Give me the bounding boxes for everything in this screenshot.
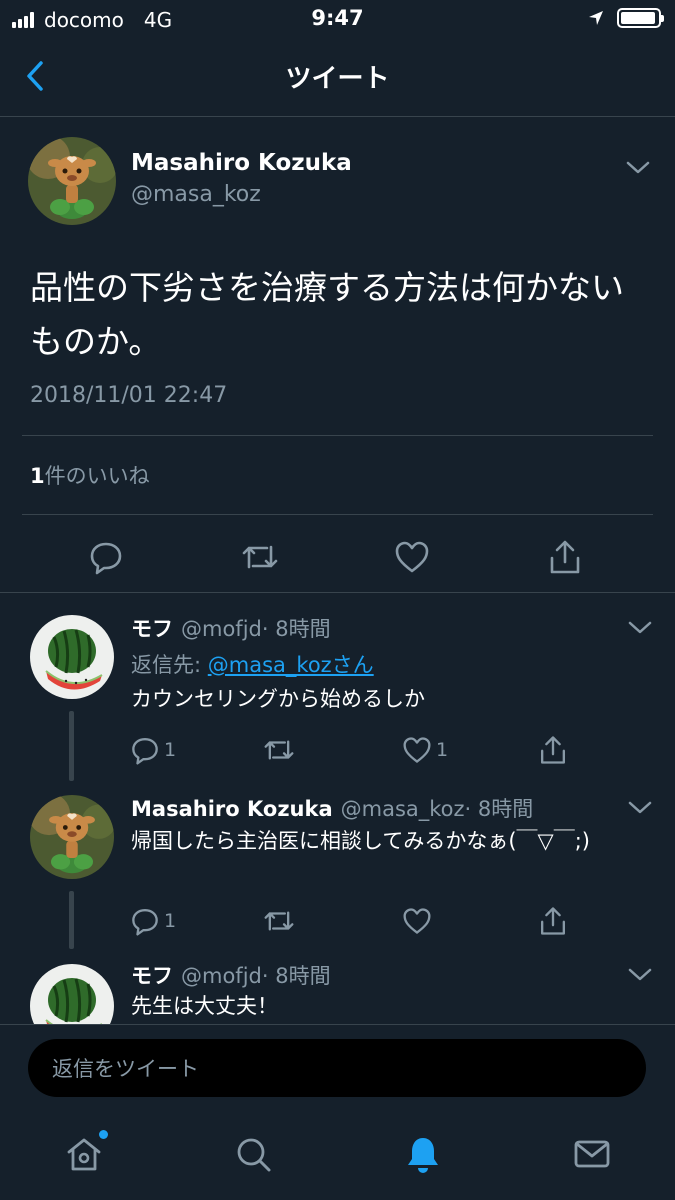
reply-time: · 8時間 [464, 797, 534, 821]
author-name[interactable]: モフ [131, 617, 173, 641]
share-icon [541, 736, 565, 764]
reply-text: 先生は大丈夫！ [131, 994, 278, 1018]
retweet-button[interactable] [262, 901, 300, 941]
reply-icon [132, 738, 158, 765]
share-button[interactable] [545, 537, 585, 577]
clock: 9:47 [311, 6, 364, 30]
battery-icon [617, 8, 664, 28]
mention-link[interactable]: @masa_kozさん [208, 653, 374, 677]
share-button[interactable] [538, 901, 568, 941]
reply-composer-bar: 返信をツイート [0, 1024, 675, 1115]
author-handle[interactable]: @masa_koz [131, 182, 261, 207]
reply-icon [132, 909, 158, 936]
like-button[interactable]: 1 [402, 730, 448, 770]
reply-text: 帰国したら主治医に相談してみるかなぁ(￣▽￣;) [131, 829, 590, 853]
navigation-bar: ツイート [0, 40, 675, 117]
search-icon [237, 1138, 271, 1172]
share-button[interactable] [538, 730, 568, 770]
like-count: 1 [436, 739, 449, 761]
retweet-button[interactable] [240, 537, 280, 577]
reply-button[interactable]: 1 [130, 901, 176, 941]
author-handle[interactable]: @mofjd [181, 617, 262, 641]
author-name[interactable]: モフ [131, 964, 173, 988]
reply-count: 1 [164, 739, 177, 761]
reply-header: Masahiro Kozuka @masa_koz· 8時間 [131, 793, 533, 823]
tab-home[interactable] [62, 1130, 108, 1176]
tweet-menu-button[interactable] [627, 967, 653, 983]
author-handle[interactable]: @mofjd [181, 964, 262, 988]
share-icon [541, 907, 565, 935]
divider [22, 435, 653, 436]
tweet-text: 品性の下劣さを治療する方法は何かないものか。 [30, 268, 624, 361]
tweet-menu-button[interactable] [627, 620, 653, 636]
reply-actions: 1 [120, 901, 580, 941]
reply-text: カウンセリングから始めるしか [131, 687, 425, 711]
status-bar: docomo 4G 9:47 [0, 0, 675, 40]
divider [22, 514, 653, 515]
home-icon [67, 1138, 101, 1171]
like-button[interactable] [392, 537, 432, 577]
chevron-down-icon [628, 801, 652, 814]
chevron-down-icon [628, 621, 652, 634]
page-title: ツイート [285, 64, 390, 94]
author-name[interactable]: Masahiro Kozuka [131, 797, 333, 821]
notifications-icon [408, 1138, 438, 1173]
replying-to-prefix: 返信先: [131, 653, 208, 677]
reply-icon [90, 542, 122, 575]
tweet-menu-button[interactable] [627, 800, 653, 816]
reply-count: 1 [164, 910, 177, 932]
thread-line [69, 711, 74, 781]
chevron-down-icon [628, 968, 652, 981]
author-name[interactable]: Masahiro Kozuka [131, 150, 352, 176]
chevron-down-icon [626, 161, 650, 174]
heart-icon [403, 737, 431, 763]
reply-time: · 8時間 [261, 617, 331, 641]
messages-icon [574, 1140, 610, 1168]
author-handle[interactable]: @masa_koz [341, 797, 465, 821]
reply-tweet[interactable]: モフ @mofjd· 8時間 先生は大丈夫！ [0, 942, 675, 1024]
reply-header: モフ @mofjd· 8時間 [131, 960, 331, 990]
reply-time: · 8時間 [261, 964, 331, 988]
replying-to: 返信先: @masa_kozさん [131, 649, 374, 679]
like-count-label: 件のいいね [44, 464, 150, 488]
like-count-link[interactable]: 1件のいいね [30, 460, 150, 490]
reply-input[interactable]: 返信をツイート [28, 1039, 646, 1097]
retweet-icon [242, 545, 278, 569]
retweet-icon [264, 911, 294, 931]
reply-button[interactable]: 1 [130, 730, 176, 770]
heart-icon [403, 908, 431, 934]
tab-bar [0, 1114, 675, 1200]
divider [0, 592, 675, 593]
avatar[interactable] [28, 137, 116, 225]
tweet-timestamp: 2018/11/01 22:47 [30, 383, 228, 408]
tab-messages[interactable] [570, 1132, 614, 1176]
notification-dot [99, 1130, 108, 1139]
tab-search[interactable] [231, 1132, 275, 1176]
location-arrow-icon [587, 9, 605, 27]
thread-line [69, 891, 74, 949]
retweet-icon [264, 740, 294, 760]
reply-button[interactable] [86, 537, 126, 577]
reply-input-placeholder: 返信をツイート [52, 1057, 199, 1081]
reply-header: モフ @mofjd· 8時間 [131, 613, 331, 643]
reply-actions: 1 1 [120, 730, 580, 770]
tab-notifications[interactable] [401, 1132, 445, 1176]
avatar[interactable] [30, 615, 114, 699]
heart-icon [395, 541, 429, 573]
avatar[interactable] [30, 964, 114, 1024]
tweet-actions [0, 522, 675, 592]
share-icon [550, 540, 580, 574]
retweet-button[interactable] [262, 730, 300, 770]
like-button[interactable] [402, 901, 436, 941]
like-count: 1 [30, 464, 45, 488]
tweet-menu-button[interactable] [625, 160, 651, 176]
avatar[interactable] [30, 795, 114, 879]
